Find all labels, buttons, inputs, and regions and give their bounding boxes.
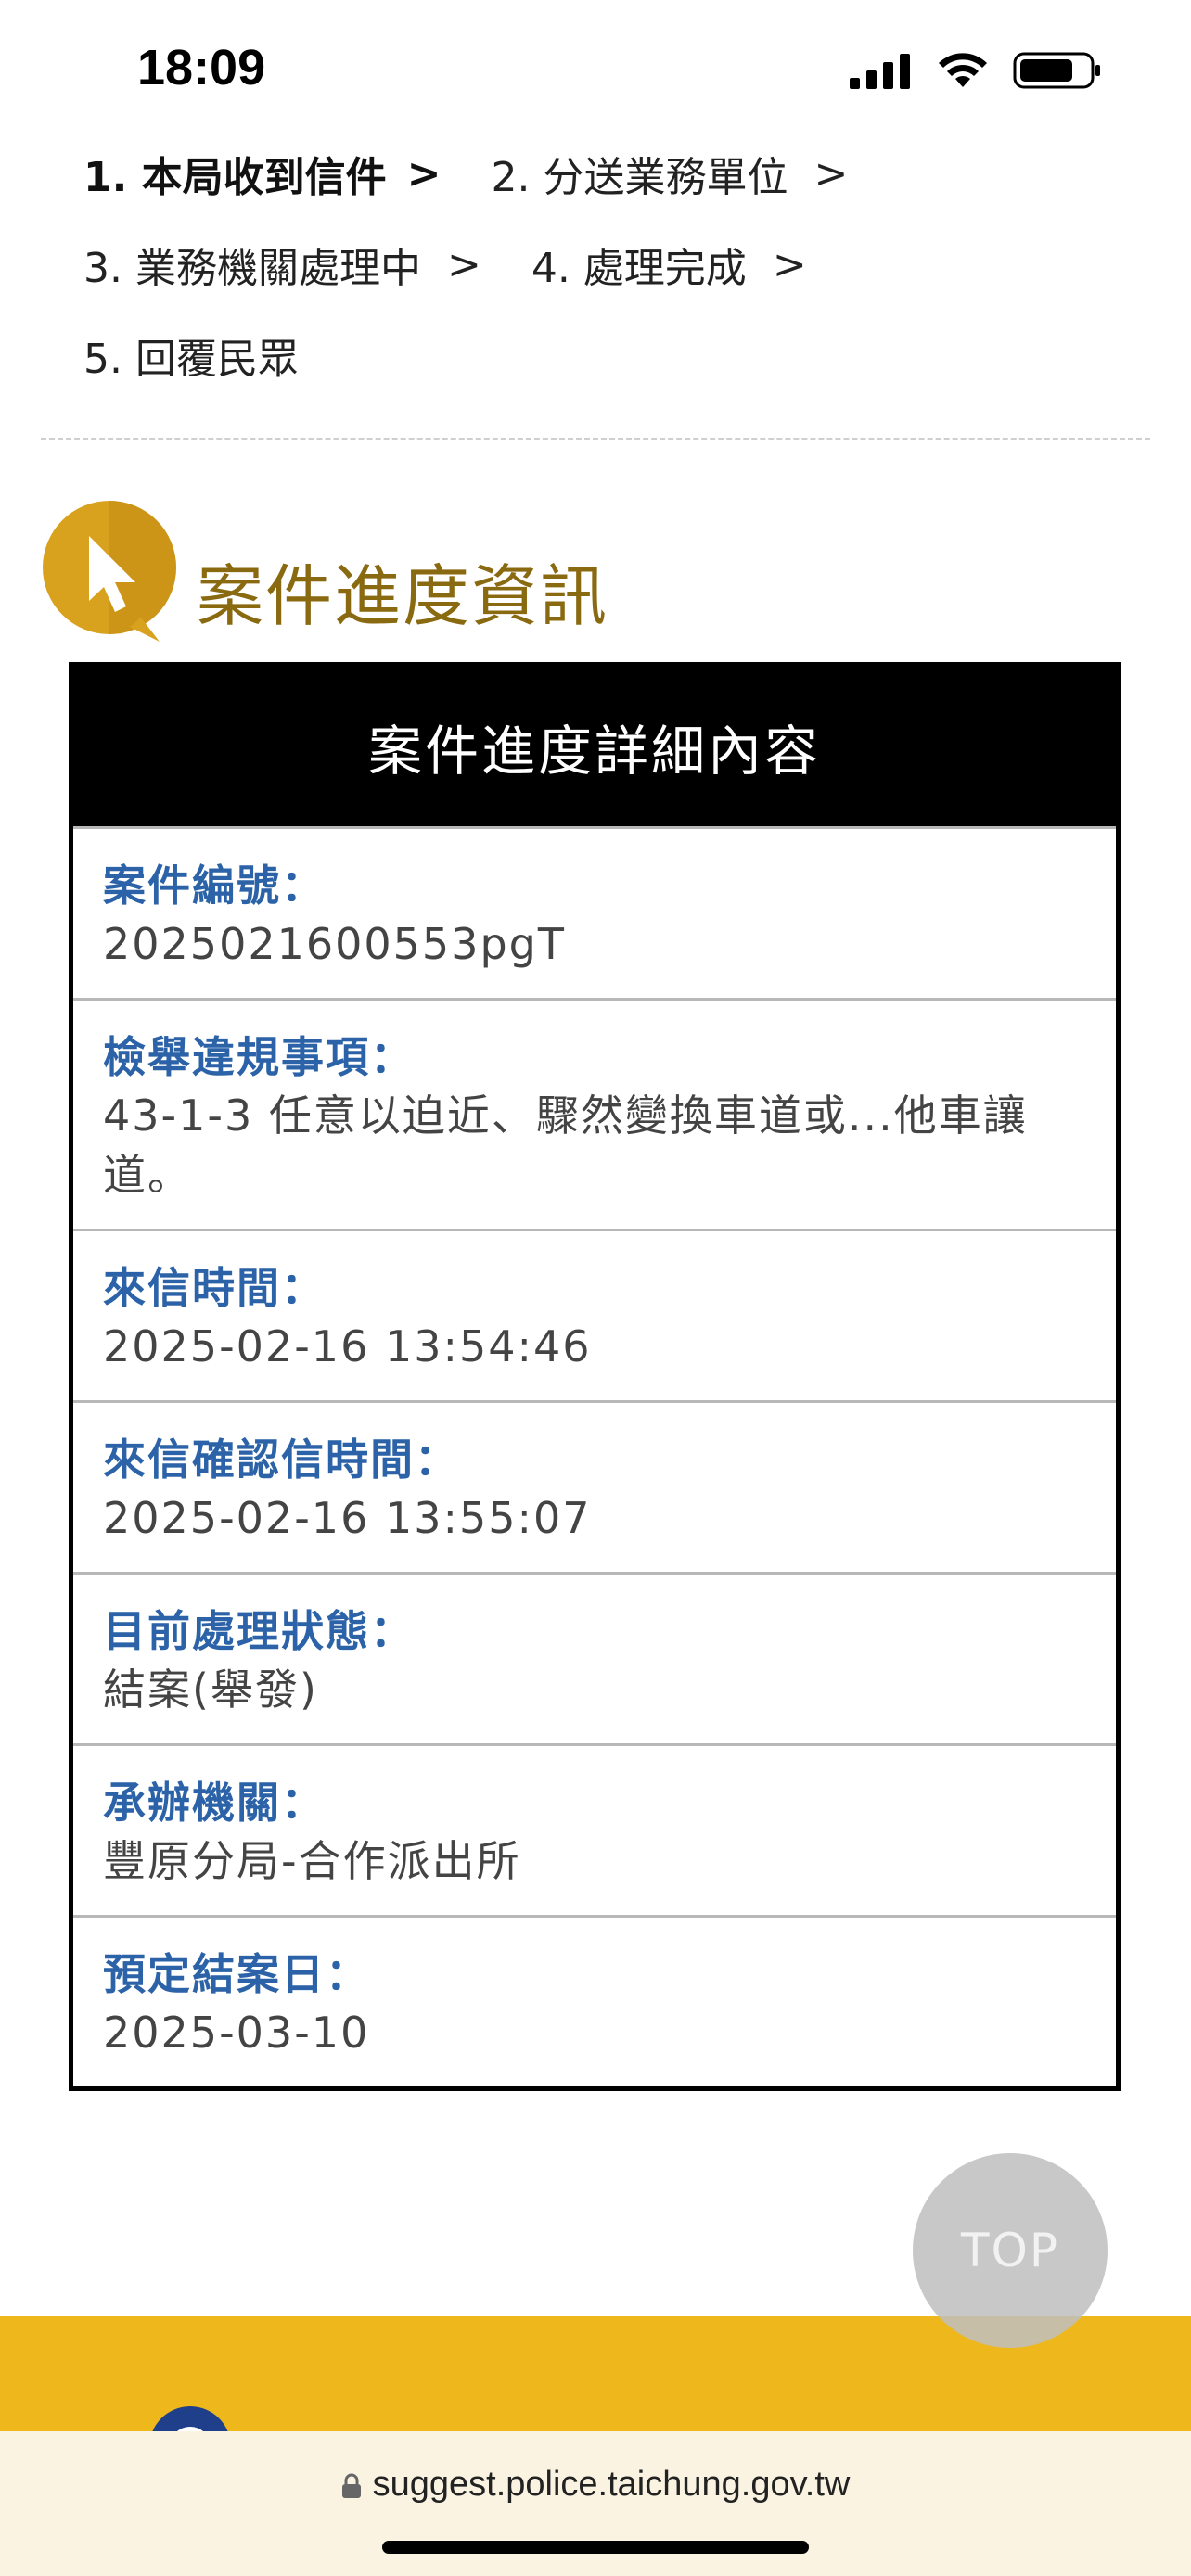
status-icons bbox=[850, 48, 1102, 93]
dashed-divider bbox=[41, 438, 1150, 440]
step-arrow: > bbox=[406, 149, 442, 198]
step-processing: 3. 業務機關處理中 > bbox=[83, 235, 531, 294]
step-label: 2. 分送業務單位 bbox=[491, 154, 788, 201]
progress-steps: 1. 本局收到信件 > 2. 分送業務單位 > 3. 業務機關處理中 > 4. … bbox=[83, 128, 1122, 401]
row-value: 43-1-3 任意以迫近、驟然變換車道或...他車讓道。 bbox=[103, 1090, 1028, 1200]
detail-row-case-number: 案件編號： 2025021600553pgT bbox=[73, 826, 1116, 998]
row-label: 承辦機關： bbox=[103, 1778, 326, 1828]
cursor-bubble-icon bbox=[43, 501, 176, 642]
steps-row-2: 3. 業務機關處理中 > 4. 處理完成 > bbox=[83, 219, 1122, 310]
detail-row-confirmation-time: 來信確認信時間： 2025-02-16 13:55:07 bbox=[73, 1400, 1116, 1572]
steps-row-3: 5. 回覆民眾 bbox=[83, 310, 1122, 401]
step-replied: 5. 回覆民眾 bbox=[83, 325, 299, 385]
row-value: 結案(舉發) bbox=[103, 1664, 318, 1715]
row-label: 來信確認信時間： bbox=[103, 1435, 459, 1485]
step-label: 3. 業務機關處理中 bbox=[83, 245, 421, 292]
detail-row-due-date: 預定結案日： 2025-03-10 bbox=[73, 1915, 1116, 2086]
step-completed: 4. 處理完成 > bbox=[531, 235, 857, 294]
lock-icon bbox=[341, 2473, 361, 2498]
browser-address-bar[interactable]: suggest.police.taichung.gov.tw bbox=[0, 2431, 1191, 2576]
step-label: 4. 處理完成 bbox=[531, 245, 747, 292]
step-received: 1. 本局收到信件 > bbox=[83, 144, 492, 203]
cellular-signal-icon bbox=[850, 54, 910, 89]
steps-row-1: 1. 本局收到信件 > 2. 分送業務單位 > bbox=[83, 128, 1122, 219]
step-dispatched: 2. 分送業務單位 > bbox=[492, 144, 899, 203]
row-label: 目前處理狀態： bbox=[103, 1606, 415, 1656]
row-value: 2025-02-16 13:54:46 bbox=[103, 1321, 592, 1371]
status-bar: 18:09 bbox=[0, 0, 1191, 139]
row-value: 2025021600553pgT bbox=[103, 919, 566, 969]
wifi-icon bbox=[939, 53, 987, 87]
step-arrow: > bbox=[446, 240, 481, 288]
back-to-top-button[interactable]: TOP bbox=[913, 2153, 1108, 2348]
detail-row-status: 目前處理狀態： 結案(舉發) bbox=[73, 1572, 1116, 1743]
detail-row-received-time: 來信時間： 2025-02-16 13:54:46 bbox=[73, 1229, 1116, 1400]
url-display[interactable]: suggest.police.taichung.gov.tw bbox=[0, 2465, 1191, 2505]
detail-row-violation: 檢舉違規事項： 43-1-3 任意以迫近、驟然變換車道或...他車讓道。 bbox=[73, 998, 1116, 1229]
home-indicator bbox=[382, 2541, 809, 2554]
battery-icon bbox=[1013, 52, 1100, 89]
step-arrow: > bbox=[772, 240, 807, 288]
case-detail-table: 案件進度詳細內容 案件編號： 2025021600553pgT 檢舉違規事項： … bbox=[69, 662, 1121, 2091]
status-time: 18:09 bbox=[137, 40, 266, 96]
table-header: 案件進度詳細內容 bbox=[73, 667, 1116, 826]
row-value: 2025-03-10 bbox=[103, 2008, 370, 2058]
row-label: 預定結案日： bbox=[103, 1949, 370, 1999]
step-arrow: > bbox=[813, 149, 849, 198]
section-title: 案件進度資訊 bbox=[197, 557, 609, 635]
row-value: 豐原分局-合作派出所 bbox=[103, 1836, 521, 1886]
step-label: 1. 本局收到信件 bbox=[83, 154, 387, 201]
row-label: 檢舉違規事項： bbox=[103, 1032, 415, 1082]
url-text: suggest.police.taichung.gov.tw bbox=[372, 2465, 851, 2504]
row-label: 來信時間： bbox=[103, 1263, 326, 1313]
step-label: 5. 回覆民眾 bbox=[83, 336, 299, 383]
row-label: 案件編號： bbox=[103, 861, 326, 911]
detail-row-agency: 承辦機關： 豐原分局-合作派出所 bbox=[73, 1743, 1116, 1915]
row-value: 2025-02-16 13:55:07 bbox=[103, 1493, 592, 1543]
